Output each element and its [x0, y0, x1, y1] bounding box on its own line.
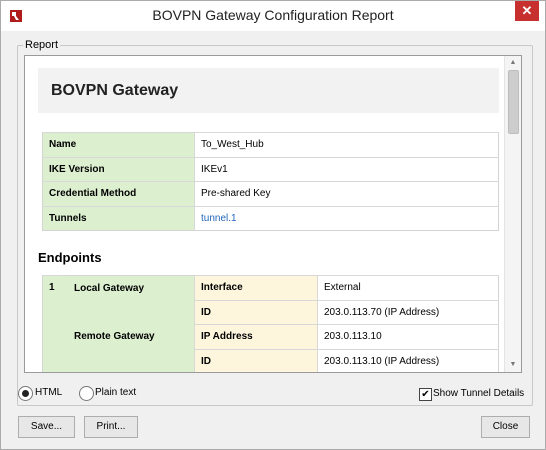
- property-key: Name: [42, 132, 195, 157]
- property-value: tunnel.1: [194, 205, 499, 231]
- endpoint-value: External: [317, 275, 499, 300]
- table-row: ID 203.0.113.70 (IP Address): [43, 299, 499, 325]
- show-tunnel-details-checkbox[interactable]: ✔: [419, 388, 432, 401]
- endpoint-attr: Interface: [194, 275, 318, 300]
- plain-text-radio[interactable]: [79, 386, 94, 401]
- scroll-down-icon[interactable]: ▼: [505, 358, 521, 372]
- property-key: Credential Method: [42, 181, 195, 206]
- plain-text-radio-label[interactable]: Plain text: [95, 387, 136, 398]
- radio-selected-icon: [22, 390, 29, 397]
- report-window: BOVPN Gateway Configuration Report ✕ Rep…: [0, 0, 546, 450]
- gateway-cell-empty: [68, 300, 195, 325]
- endpoint-index: 1: [42, 275, 68, 372]
- gateway-cell-empty: [68, 349, 195, 372]
- table-row: Credential Method Pre-shared Key: [42, 181, 499, 206]
- endpoints-heading: Endpoints: [38, 250, 102, 265]
- scroll-thumb[interactable]: [508, 70, 519, 134]
- table-row: IKE Version IKEv1: [42, 156, 499, 182]
- show-tunnel-details-label[interactable]: Show Tunnel Details: [433, 388, 524, 399]
- close-icon[interactable]: ✕: [515, 1, 539, 21]
- property-value: Pre-shared Key: [194, 181, 499, 206]
- vertical-scrollbar[interactable]: ▲ ▼: [504, 56, 521, 372]
- property-value: To_West_Hub: [194, 132, 499, 157]
- table-row: ID 203.0.113.10 (IP Address): [43, 348, 499, 372]
- property-key: Tunnels: [42, 205, 195, 231]
- endpoint-attr: ID: [194, 348, 318, 372]
- table-row: Remote Gateway IP Address 203.0.113.10: [43, 324, 499, 349]
- local-gateway-label: Local Gateway: [68, 275, 195, 300]
- report-header: BOVPN Gateway: [38, 68, 499, 113]
- checkmark-icon: ✔: [421, 389, 430, 400]
- report-title: BOVPN Gateway: [51, 82, 179, 99]
- scroll-up-icon[interactable]: ▲: [505, 56, 521, 70]
- remote-gateway-label: Remote Gateway: [68, 324, 195, 349]
- property-value: IKEv1: [194, 156, 499, 182]
- save-button[interactable]: Save...: [18, 416, 75, 438]
- report-view[interactable]: BOVPN Gateway Name To_West_Hub IKE Versi…: [24, 55, 522, 373]
- html-radio-label[interactable]: HTML: [35, 387, 62, 398]
- endpoint-attr: IP Address: [194, 324, 318, 349]
- gateway-properties-table: Name To_West_Hub IKE Version IKEv1 Crede…: [42, 132, 499, 231]
- endpoint-value: 203.0.113.10: [317, 324, 499, 349]
- report-group-label: Report: [23, 39, 61, 51]
- table-row: 1 Local Gateway Interface External: [42, 275, 499, 372]
- endpoint-value: 203.0.113.70 (IP Address): [317, 299, 499, 325]
- html-radio[interactable]: [18, 386, 33, 401]
- endpoint-value: 203.0.113.10 (IP Address): [317, 348, 499, 372]
- table-row: Tunnels tunnel.1: [42, 205, 499, 231]
- tunnel-link[interactable]: tunnel.1: [201, 213, 237, 224]
- endpoint-attr: ID: [194, 299, 318, 325]
- table-row: Name To_West_Hub: [42, 132, 499, 157]
- endpoints-table: 1 Local Gateway Interface External ID 20…: [42, 275, 499, 372]
- print-button[interactable]: Print...: [84, 416, 138, 438]
- property-key: IKE Version: [42, 156, 195, 182]
- close-button[interactable]: Close: [481, 416, 530, 438]
- title-bar[interactable]: BOVPN Gateway Configuration Report ✕: [1, 1, 545, 31]
- window-title: BOVPN Gateway Configuration Report: [152, 7, 394, 23]
